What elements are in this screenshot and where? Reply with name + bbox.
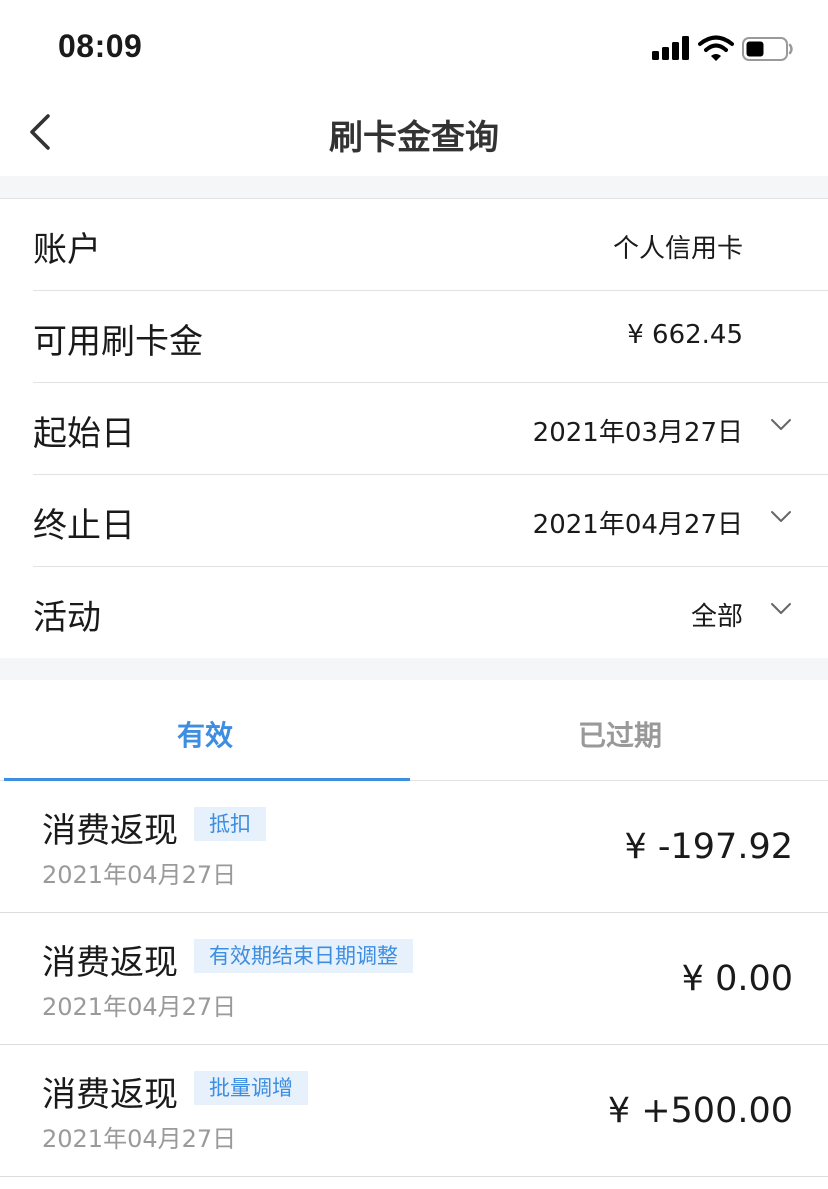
status-time: 08:09 xyxy=(58,28,143,64)
screen: 08:09 刷卡金查询 账户 个人信用卡 可用刷卡金 ¥ 662.45 起始日 … xyxy=(0,0,828,1189)
tab-expired[interactable]: 已过期 xyxy=(415,680,825,780)
status-bar: 08:09 xyxy=(0,0,828,96)
end-date-label: 终止日 xyxy=(33,506,135,546)
account-row: 账户 个人信用卡 xyxy=(33,199,828,291)
query-form: 账户 个人信用卡 可用刷卡金 ¥ 662.45 起始日 2021年03月27日 … xyxy=(0,198,828,659)
battery-icon xyxy=(742,37,793,61)
account-label: 账户 xyxy=(33,230,101,270)
page-title: 刷卡金查询 xyxy=(329,118,499,158)
record-list: 消费返现 抵扣 2021年04月27日 ¥ -197.92 消费返现 有效期结束… xyxy=(0,781,828,1177)
tab-bar: 有效 已过期 xyxy=(0,680,828,781)
available-balance-row: 可用刷卡金 ¥ 662.45 xyxy=(33,291,828,383)
tab-valid[interactable]: 有效 xyxy=(0,680,410,781)
nav-bar: 刷卡金查询 xyxy=(0,96,828,176)
account-value: 个人信用卡 xyxy=(612,234,743,264)
list-item[interactable]: 消费返现 批量调增 2021年04月27日 ¥ +500.00 xyxy=(0,1045,828,1177)
available-balance-label: 可用刷卡金 xyxy=(33,322,203,362)
activity-row[interactable]: 活动 全部 xyxy=(33,567,828,658)
signal-icon xyxy=(652,36,692,60)
record-amount: ¥ 0.00 xyxy=(681,959,793,999)
chevron-down-icon[interactable] xyxy=(770,418,792,432)
record-date: 2021年04月27日 xyxy=(42,861,237,889)
available-balance-value: ¥ 662.45 xyxy=(627,320,743,350)
start-date-row[interactable]: 起始日 2021年03月27日 xyxy=(33,383,828,475)
record-amount: ¥ -197.92 xyxy=(624,827,794,867)
record-tag: 批量调增 xyxy=(194,1071,308,1105)
section-gap xyxy=(0,176,828,198)
activity-label: 活动 xyxy=(33,598,101,638)
record-amount: ¥ +500.00 xyxy=(607,1091,793,1131)
record-tag: 有效期结束日期调整 xyxy=(194,939,413,973)
record-date: 2021年04月27日 xyxy=(42,993,237,1021)
list-item[interactable]: 消费返现 有效期结束日期调整 2021年04月27日 ¥ 0.00 xyxy=(0,913,828,1045)
record-tag: 抵扣 xyxy=(194,807,266,841)
record-title: 消费返现 xyxy=(42,943,178,983)
chevron-down-icon[interactable] xyxy=(770,510,792,524)
activity-value[interactable]: 全部 xyxy=(691,596,743,633)
wifi-icon xyxy=(698,35,734,61)
record-title: 消费返现 xyxy=(42,1075,178,1115)
start-date-label: 起始日 xyxy=(33,414,135,454)
tab-expired-label: 已过期 xyxy=(577,719,662,752)
tab-valid-label: 有效 xyxy=(176,719,233,752)
end-date-row[interactable]: 终止日 2021年04月27日 xyxy=(33,475,828,567)
record-date: 2021年04月27日 xyxy=(42,1125,237,1153)
record-title: 消费返现 xyxy=(42,811,178,851)
section-gap xyxy=(0,658,828,680)
start-date-value[interactable]: 2021年03月27日 xyxy=(533,412,743,449)
end-date-value[interactable]: 2021年04月27日 xyxy=(533,504,743,541)
chevron-down-icon[interactable] xyxy=(770,602,792,616)
list-item[interactable]: 消费返现 抵扣 2021年04月27日 ¥ -197.92 xyxy=(0,781,828,913)
